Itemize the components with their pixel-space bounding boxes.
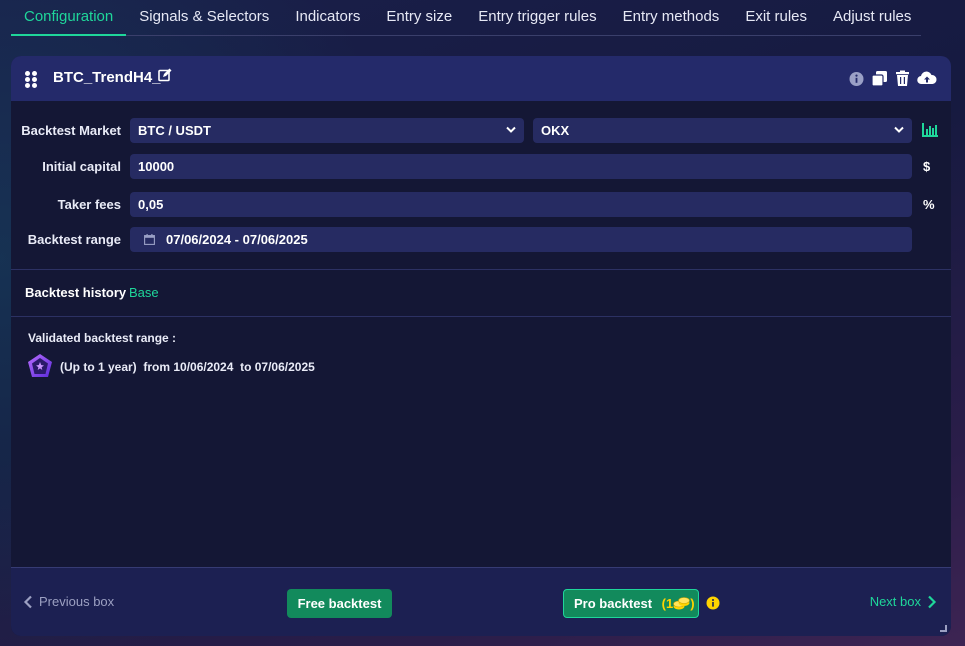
taker-fees-label: Taker fees — [57, 197, 121, 212]
validated-range-label: Validated backtest range : — [28, 331, 177, 345]
backtest-history-link[interactable]: Base — [129, 285, 159, 300]
market-pair-select[interactable]: BTC / USDT — [130, 118, 524, 143]
chevron-down-icon — [506, 126, 516, 133]
tab-exit-rules[interactable]: Exit rules — [732, 0, 820, 36]
backtest-range-input[interactable]: 07/06/2024 - 07/06/2025 — [130, 227, 912, 252]
drag-handle-icon[interactable] — [25, 71, 39, 88]
tab-entry-trigger-rules[interactable]: Entry trigger rules — [465, 0, 609, 36]
fees-unit: % — [923, 197, 935, 212]
strategy-title: BTC_TrendH4_ — [53, 69, 161, 86]
resize-handle-icon[interactable] — [940, 625, 947, 632]
backtest-range-label: Backtest range — [27, 232, 121, 247]
previous-box-label: Previous box — [39, 594, 115, 609]
trash-icon[interactable] — [894, 70, 911, 87]
edit-icon[interactable] — [158, 68, 172, 82]
chart-icon[interactable] — [922, 123, 938, 137]
duplicate-icon[interactable] — [871, 70, 888, 87]
pro-backtest-button[interactable]: Pro backtest (1 ) — [563, 589, 699, 618]
divider — [11, 316, 951, 317]
card-header: BTC_TrendH4_ — [11, 56, 951, 101]
tab-entry-size[interactable]: Entry size — [373, 0, 465, 36]
validated-range-text: (Up to 1 year) from 10/06/2024 to 07/06/… — [60, 360, 315, 374]
initial-capital-label: Initial capital — [42, 159, 121, 174]
exchange-value: OKX — [541, 123, 570, 138]
previous-box-button[interactable]: Previous box — [23, 594, 114, 609]
tab-entry-methods[interactable]: Entry methods — [610, 0, 733, 36]
backtest-market-label: Backtest Market — [21, 123, 121, 138]
free-backtest-button[interactable]: Free backtest — [287, 589, 392, 618]
backtest-history-label: Backtest history — [25, 285, 127, 300]
calendar-icon — [144, 234, 155, 245]
pro-backtest-label: Pro backtest — [574, 596, 653, 611]
coins-icon — [673, 597, 691, 610]
card-footer: Previous box Free backtest Pro backtest … — [11, 567, 951, 636]
backtest-range-value: 07/06/2024 - 07/06/2025 — [166, 232, 308, 247]
chevron-down-icon — [894, 126, 904, 133]
capital-unit: $ — [923, 159, 931, 174]
market-pair-value: BTC / USDT — [138, 123, 211, 138]
next-box-label: Next box — [869, 594, 921, 609]
taker-fees-input[interactable]: 0,05 — [130, 192, 912, 217]
configuration-card: BTC_TrendH4_ Backtest Market BTC / USDT … — [11, 56, 951, 636]
tab-configuration[interactable]: Configuration — [11, 0, 127, 36]
divider — [11, 269, 951, 270]
info-icon[interactable] — [848, 70, 865, 87]
pro-cost-open: (1 — [661, 596, 674, 611]
top-tabs: Configuration Signals & Selectors Indica… — [11, 0, 921, 36]
pro-info-icon[interactable] — [706, 596, 720, 610]
next-box-button[interactable]: Next box — [870, 594, 937, 609]
cloud-upload-icon[interactable] — [917, 70, 937, 87]
tab-adjust-rules[interactable]: Adjust rules — [820, 0, 924, 36]
pro-cost-close: ) — [690, 596, 695, 611]
chevron-left-icon — [23, 595, 32, 608]
chevron-right-icon — [928, 595, 937, 608]
tab-indicators[interactable]: Indicators — [282, 0, 373, 36]
initial-capital-input[interactable]: 10000 — [130, 154, 912, 179]
exchange-select[interactable]: OKX — [533, 118, 912, 143]
tab-signals-selectors[interactable]: Signals & Selectors — [126, 0, 282, 36]
pro-badge-icon — [28, 354, 52, 377]
